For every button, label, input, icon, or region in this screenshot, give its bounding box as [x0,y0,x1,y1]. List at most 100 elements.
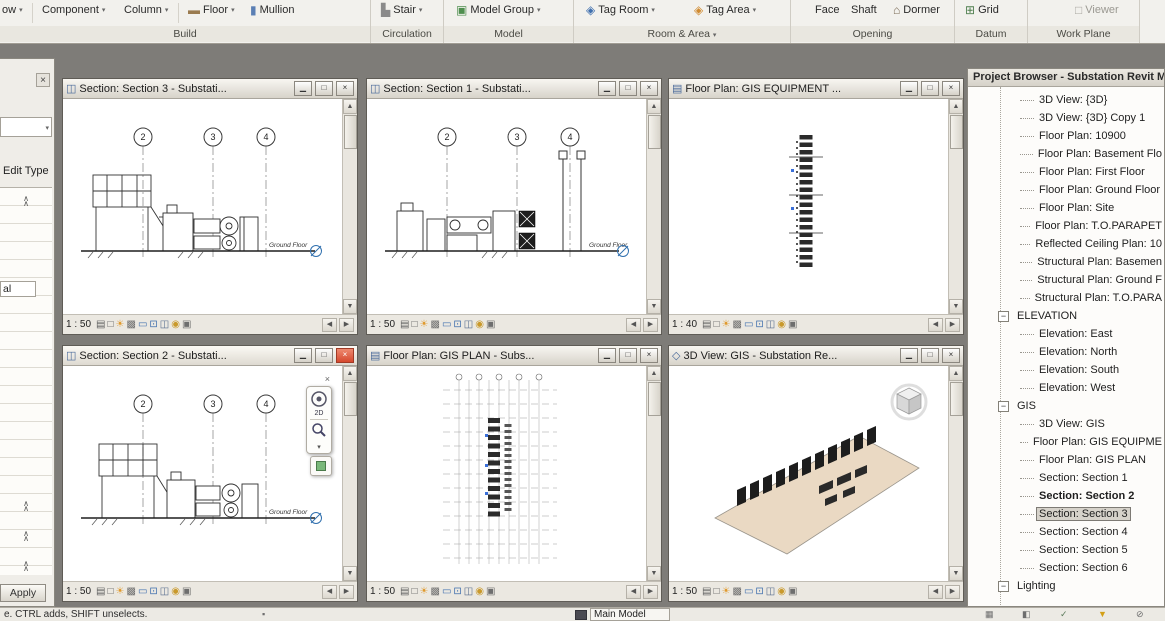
scrollbar-thumb[interactable] [344,115,357,149]
tree-item[interactable]: 3D View: GIS [968,415,1164,433]
by-face-button[interactable]: Face [813,3,841,17]
tree-expander-icon[interactable]: − [998,401,1009,412]
scale-button[interactable]: 1 : 50 [66,319,91,330]
drawing-canvas[interactable] [367,366,646,581]
scroll-up-icon[interactable]: ▲ [647,366,661,381]
tree-item[interactable]: Floor Plan: GIS PLAN [968,451,1164,469]
scroll-right-icon[interactable]: ▶ [643,318,658,332]
shadows-icon[interactable]: ▩ [431,319,440,331]
window-button[interactable]: ow▾ [0,3,25,17]
tree-item[interactable]: −GIS [968,397,1164,415]
hide-isolate-icon[interactable]: ◫ [160,586,169,598]
group-collapse-icon[interactable]: ∧∧ [20,561,32,571]
chevron-down-icon[interactable]: ▾ [317,443,321,451]
viewcube-icon[interactable] [897,388,921,414]
hide-isolate-icon[interactable]: ◫ [464,319,473,331]
scroll-down-icon[interactable]: ▼ [343,299,357,314]
tree-item[interactable]: Floor Plan: Basement Flo [968,145,1164,163]
scroll-up-icon[interactable]: ▲ [343,99,357,114]
apply-button[interactable]: Apply [0,584,46,602]
close-button[interactable]: × [336,348,354,363]
shadows-icon[interactable]: ▩ [127,586,136,598]
reveal-hidden-icon[interactable]: ◉ [171,586,180,598]
tree-item[interactable]: Elevation: North [968,343,1164,361]
drawing-canvas[interactable] [669,99,948,314]
stair-button[interactable]: ▙Stair▾ [379,3,424,17]
detail-level-icon[interactable]: ▤ [702,319,711,331]
mullion-button[interactable]: ▮Mullion [248,3,296,17]
sun-path-icon[interactable]: ☀ [722,319,731,331]
tag-room-button[interactable]: ◈Tag Room▾ [584,3,657,17]
tree-item[interactable]: Floor Plan: Site [968,199,1164,217]
reveal-hidden-icon[interactable]: ◉ [171,319,180,331]
editable-only-icon[interactable]: ✓ [1060,609,1068,620]
tree-item[interactable]: −ELEVATION [968,307,1164,325]
visual-style-icon[interactable]: □ [713,319,719,331]
shadows-icon[interactable]: ▩ [431,586,440,598]
edit-type-button[interactable]: Edit Type [3,165,49,177]
tree-item[interactable]: Floor Plan: First Floor [968,163,1164,181]
dormer-button[interactable]: ⌂Dormer [891,3,942,17]
scroll-right-icon[interactable]: ▶ [643,585,658,599]
tree-item[interactable]: Elevation: West [968,379,1164,397]
scroll-up-icon[interactable]: ▲ [647,99,661,114]
tree-item[interactable]: −Lighting [968,577,1164,595]
tree-item[interactable]: Floor Plan: T.O.PARAPET [968,217,1164,235]
column-button[interactable]: Column▾ [122,3,170,17]
reveal-hidden-icon[interactable]: ◉ [777,586,786,598]
vertical-scrollbar[interactable]: ▲▼ [342,366,357,581]
crop-view-icon[interactable]: ▭ [138,586,147,598]
scroll-up-icon[interactable]: ▲ [343,366,357,381]
unlocked-view-icon[interactable]: ▣ [788,319,797,331]
detail-level-icon[interactable]: ▤ [702,586,711,598]
property-value[interactable]: al [0,281,36,297]
vertical-scrollbar[interactable]: ▲▼ [948,99,963,314]
minimize-button[interactable]: ▁ [598,348,616,363]
unlocked-view-icon[interactable]: ▣ [788,586,797,598]
sun-path-icon[interactable]: ☀ [420,319,429,331]
close-button[interactable]: × [336,81,354,96]
viewer-button[interactable]: □Viewer [1073,3,1121,17]
tree-item[interactable]: 3D View: {3D} [968,91,1164,109]
scrollbar-thumb[interactable] [648,382,661,416]
worksets-icon[interactable]: ▦ [985,609,994,620]
tree-item[interactable]: Section: Section 1 [968,469,1164,487]
scroll-down-icon[interactable]: ▼ [949,566,963,581]
shadows-icon[interactable]: ▩ [733,319,742,331]
crop-view-icon[interactable]: ▭ [138,319,147,331]
show-crop-icon[interactable]: ⊡ [755,586,763,598]
drawing-canvas[interactable]: 2 3 4 [63,366,342,581]
tree-item[interactable]: Structural Plan: Ground F [968,271,1164,289]
nav-extra-button[interactable] [310,456,332,476]
close-button[interactable]: × [640,81,658,96]
scrollbar-thumb[interactable] [950,115,963,149]
visual-style-icon[interactable]: □ [411,586,417,598]
scroll-left-icon[interactable]: ◀ [626,318,641,332]
restore-button[interactable]: □ [315,348,333,363]
floor-button[interactable]: ▬Floor▾ [186,3,237,17]
vertical-scrollbar[interactable]: ▲▼ [948,366,963,581]
tree-expander-icon[interactable]: − [998,581,1009,592]
component-button[interactable]: Component▾ [40,3,107,17]
restore-button[interactable]: □ [619,81,637,96]
viewport-titlebar[interactable]: ▤ Floor Plan: GIS PLAN - Subs... ▁ □ × [367,346,661,366]
restore-button[interactable]: □ [921,348,939,363]
scroll-left-icon[interactable]: ◀ [322,318,337,332]
shadows-icon[interactable]: ▩ [127,319,136,331]
restore-button[interactable]: □ [921,81,939,96]
unlocked-view-icon[interactable]: ▣ [182,586,191,598]
close-button[interactable]: × [942,81,960,96]
scroll-right-icon[interactable]: ▶ [945,318,960,332]
status-icon[interactable]: ▪ [262,609,265,619]
shaft-button[interactable]: Shaft [849,3,879,17]
project-browser-title[interactable]: Project Browser - Substation Revit Mo... [968,69,1164,87]
model-group-button[interactable]: ▣Model Group▾ [454,3,542,17]
viewport-titlebar[interactable]: ◫ Section: Section 3 - Substati... ▁ □ × [63,79,357,99]
scrollbar-thumb[interactable] [950,382,963,416]
scroll-down-icon[interactable]: ▼ [647,299,661,314]
viewport-titlebar[interactable]: ▤ Floor Plan: GIS EQUIPMENT ... ▁ □ × [669,79,963,99]
scrollbar-thumb[interactable] [344,382,357,416]
group-collapse-icon[interactable]: ∧∧ [20,531,32,541]
viewport-titlebar[interactable]: ◫ Section: Section 1 - Substati... ▁ □ × [367,79,661,99]
detail-level-icon[interactable]: ▤ [96,586,105,598]
